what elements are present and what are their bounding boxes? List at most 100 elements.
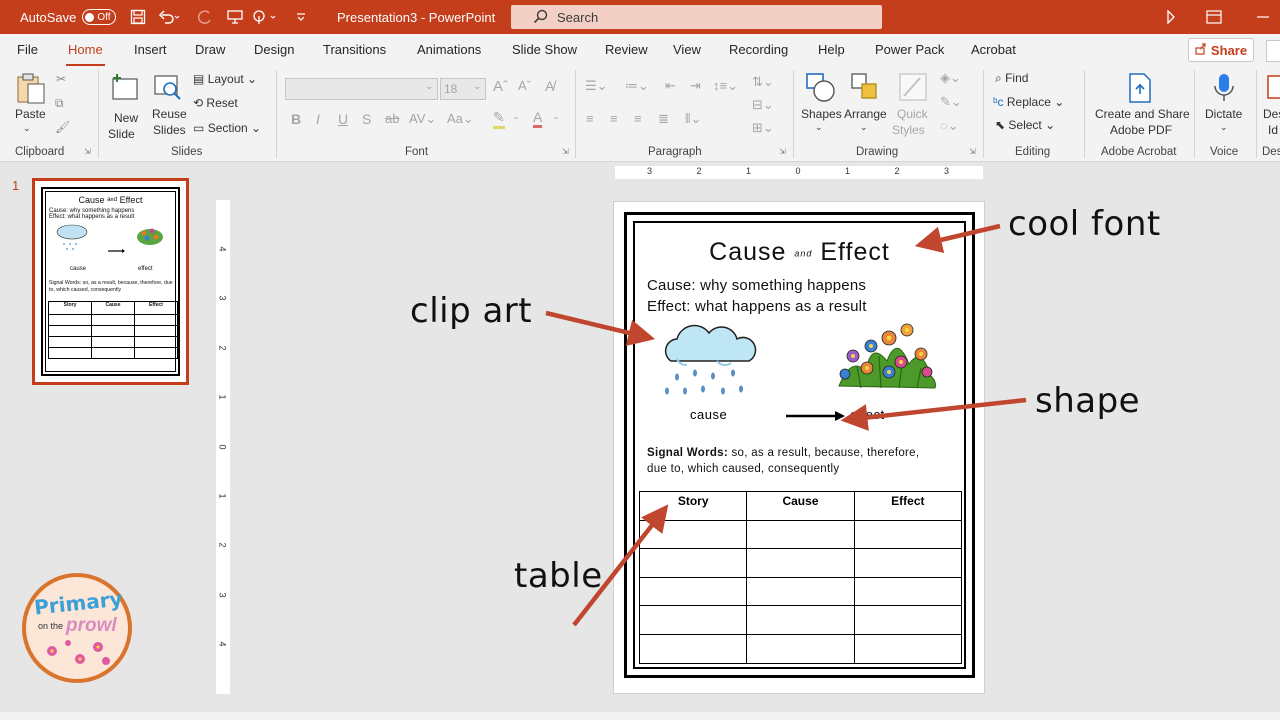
slide-thumbnail-1[interactable]: Cause ᵃⁿᵈ Effect Cause: why something ha…	[32, 178, 189, 385]
flower-bush-icon[interactable]	[831, 316, 943, 394]
slide-title[interactable]: Cause and Effect	[635, 238, 964, 267]
ribbon-display-icon[interactable]	[1206, 0, 1222, 34]
clipboard-launcher-icon[interactable]: ⇲	[84, 147, 91, 156]
table-cell[interactable]	[638, 519, 748, 550]
shapes-icon[interactable]	[805, 72, 835, 102]
bullets-icon[interactable]: ☰⌄	[585, 78, 608, 94]
decrease-font-icon[interactable]: Aˇ	[518, 78, 531, 93]
paste-dropdown-icon[interactable]: ⌄	[23, 123, 31, 134]
definitions-textbox[interactable]: Cause: why something happens Effect: wha…	[647, 275, 867, 317]
char-spacing-icon[interactable]: AV⌄	[409, 111, 436, 127]
shapes-label[interactable]: Shapes	[801, 107, 842, 121]
font-launcher-icon[interactable]: ⇲	[562, 147, 569, 156]
table-cell[interactable]	[853, 633, 963, 664]
tab-view[interactable]: View	[673, 42, 701, 57]
tab-draw[interactable]: Draw	[195, 42, 225, 57]
font-size-input[interactable]: 18 ⌄	[440, 78, 486, 100]
tab-recording[interactable]: Recording	[729, 42, 788, 57]
find-button[interactable]: ⌕ Find	[995, 71, 1028, 86]
reuse-slides-icon[interactable]	[153, 72, 183, 102]
font-name-input[interactable]: ⌄	[285, 78, 438, 100]
table-cell[interactable]	[746, 633, 855, 664]
bold-icon[interactable]: B	[291, 111, 301, 127]
minimize-icon[interactable]	[1256, 0, 1270, 34]
designer-icon[interactable]	[1266, 72, 1280, 102]
font-color-icon[interactable]: A	[533, 109, 543, 128]
line-spacing-icon[interactable]: ↕≡⌄	[713, 78, 738, 94]
table-cell[interactable]	[638, 576, 748, 607]
new-slide-label[interactable]: New	[114, 111, 138, 125]
paragraph-launcher-icon[interactable]: ⇲	[779, 147, 786, 156]
coauthor-icon[interactable]	[1166, 0, 1176, 34]
shape-fill-icon[interactable]: ◈⌄	[940, 70, 961, 86]
underline-icon[interactable]: U	[338, 111, 348, 127]
align-center-icon[interactable]: ≡	[610, 111, 618, 126]
strikethrough-icon[interactable]: ab	[385, 111, 399, 126]
designer-label-2[interactable]: Id	[1268, 123, 1278, 137]
cause-effect-table[interactable]: Story Cause Effect	[638, 491, 963, 664]
tab-review[interactable]: Review	[605, 42, 648, 57]
tab-home[interactable]: Home	[66, 42, 105, 67]
select-button[interactable]: ⬉ Select ⌄	[995, 118, 1055, 132]
cause-label[interactable]: cause	[690, 407, 727, 422]
clear-formatting-icon[interactable]: A̸	[545, 78, 554, 94]
table-cell[interactable]	[853, 548, 963, 578]
highlight-icon[interactable]: ✎	[493, 109, 505, 129]
table-header-cause[interactable]: Cause	[746, 491, 855, 521]
cut-icon[interactable]: ✂	[56, 72, 66, 86]
comments-button[interactable]	[1266, 40, 1280, 62]
italic-icon[interactable]: I	[316, 111, 320, 127]
autosave-toggle[interactable]: AutoSave Off	[20, 0, 117, 34]
present-icon[interactable]	[226, 0, 244, 34]
signal-words-textbox[interactable]: Signal Words: so, as a result, because, …	[647, 446, 927, 477]
table-cell[interactable]	[746, 548, 855, 578]
align-text-icon[interactable]: ⊟⌄	[752, 97, 774, 113]
undo-icon[interactable]	[158, 0, 180, 34]
format-painter-icon[interactable]: 🖌	[55, 120, 70, 134]
tab-slide-show[interactable]: Slide Show	[512, 42, 577, 57]
smartart-icon[interactable]: ⊞⌄	[752, 120, 774, 136]
justify-icon[interactable]: ≣	[658, 111, 669, 127]
increase-font-icon[interactable]: Aˆ	[493, 78, 508, 95]
shadow-icon[interactable]: S	[362, 111, 371, 127]
drawing-launcher-icon[interactable]: ⇲	[969, 147, 976, 156]
paste-icon[interactable]	[14, 72, 45, 104]
reuse-slides-label[interactable]: Reuse	[152, 107, 187, 121]
increase-indent-icon[interactable]: ⇥	[690, 78, 701, 94]
customize-qat-icon[interactable]	[296, 0, 306, 34]
dictate-label[interactable]: Dictate	[1205, 107, 1242, 121]
quick-styles-icon[interactable]	[898, 72, 928, 102]
table-cell[interactable]	[638, 633, 748, 664]
tab-file[interactable]: File	[17, 42, 38, 57]
touch-mode-icon[interactable]	[252, 0, 282, 34]
table-cell[interactable]	[638, 605, 748, 635]
designer-label[interactable]: Desi	[1263, 107, 1280, 121]
table-cell[interactable]	[853, 605, 963, 635]
align-right-icon[interactable]: ≡	[634, 111, 642, 126]
search-box[interactable]: Search	[511, 5, 882, 29]
table-header-story[interactable]: Story	[638, 491, 748, 521]
replace-button[interactable]: ᵇc Replace ⌄	[993, 95, 1064, 109]
right-arrow-shape[interactable]	[785, 409, 847, 423]
microphone-icon[interactable]	[1211, 72, 1241, 102]
table-cell[interactable]	[746, 576, 855, 607]
tab-animations[interactable]: Animations	[417, 42, 481, 57]
share-button[interactable]: Share	[1188, 38, 1254, 62]
quick-styles-label[interactable]: Quick	[897, 107, 928, 121]
autosave-switch[interactable]: Off	[82, 9, 117, 25]
reset-button[interactable]: ⟲ Reset	[193, 96, 238, 110]
new-slide-icon[interactable]	[110, 72, 140, 102]
table-cell[interactable]	[853, 519, 963, 550]
table-cell[interactable]	[638, 548, 748, 578]
save-icon[interactable]	[130, 0, 146, 34]
numbering-icon[interactable]: ≔⌄	[625, 78, 649, 94]
create-share-pdf-label[interactable]: Create and Share	[1095, 107, 1190, 121]
tab-help[interactable]: Help	[818, 42, 845, 57]
tab-insert[interactable]: Insert	[134, 42, 167, 57]
tab-transitions[interactable]: Transitions	[323, 42, 386, 57]
new-slide-label-2[interactable]: Slide	[108, 127, 135, 141]
change-case-icon[interactable]: Aa⌄	[447, 111, 474, 127]
columns-icon[interactable]: ⫴⌄	[685, 111, 701, 127]
redo-icon[interactable]	[196, 0, 214, 34]
arrange-label[interactable]: Arrange	[844, 107, 887, 121]
